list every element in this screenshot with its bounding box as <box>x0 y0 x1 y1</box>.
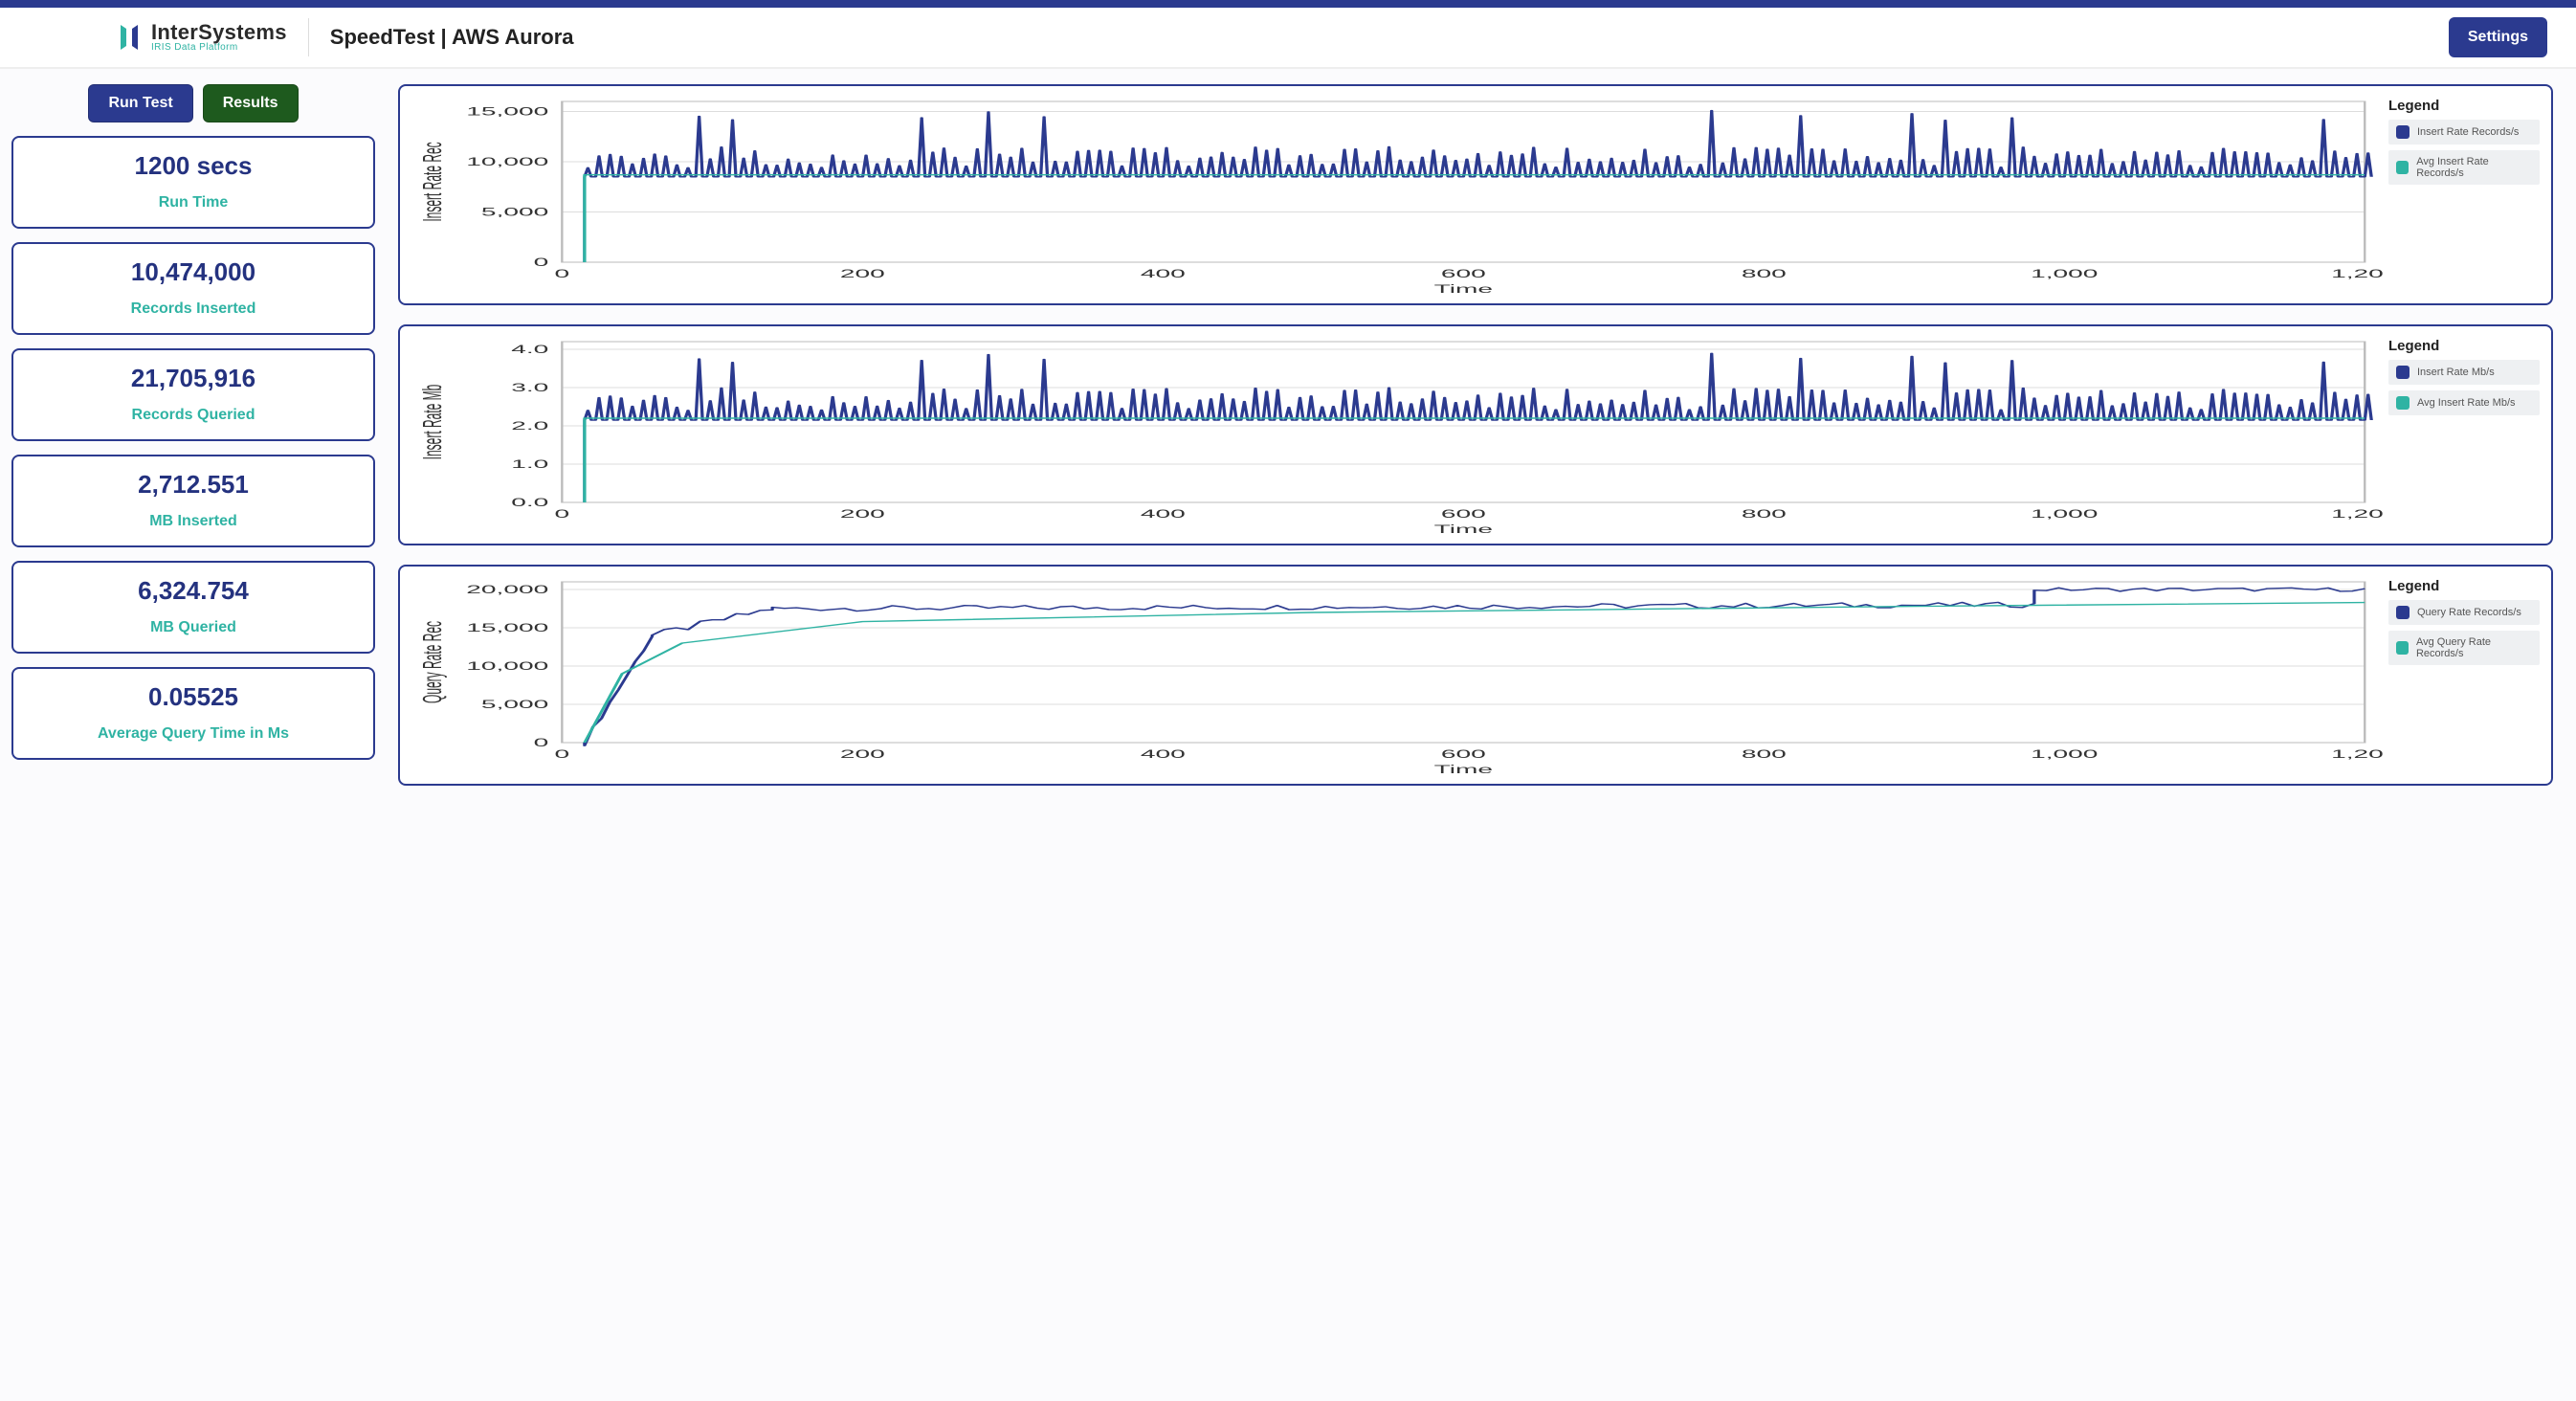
svg-text:0: 0 <box>534 256 549 269</box>
legend-item: Insert Rate Mb/s <box>2388 360 2540 385</box>
intersystems-logo-icon <box>115 21 144 54</box>
legend-swatch <box>2396 125 2409 139</box>
svg-text:1,000: 1,000 <box>2031 507 2098 521</box>
page-title: SpeedTest | AWS Aurora <box>330 25 574 50</box>
svg-text:800: 800 <box>1742 507 1787 521</box>
svg-text:Time: Time <box>1434 523 1493 535</box>
svg-text:Query Rate Rec: Query Rate Rec <box>416 621 448 703</box>
svg-text:Insert Rate Rec: Insert Rate Rec <box>416 142 448 221</box>
metric-label: Records Inserted <box>23 300 364 318</box>
metric-card: 21,705,916 Records Queried <box>11 348 375 441</box>
svg-text:200: 200 <box>840 507 885 521</box>
svg-text:1,000: 1,000 <box>2031 747 2098 761</box>
svg-text:400: 400 <box>1141 267 1186 280</box>
results-button[interactable]: Results <box>203 84 299 122</box>
svg-text:600: 600 <box>1441 507 1486 521</box>
svg-text:1,200: 1,200 <box>2331 267 2383 280</box>
metric-value: 21,705,916 <box>23 364 364 393</box>
svg-text:800: 800 <box>1742 747 1787 761</box>
svg-text:1,200: 1,200 <box>2331 747 2383 761</box>
metric-value: 2,712.551 <box>23 470 364 500</box>
metric-card: 10,474,000 Records Inserted <box>11 242 375 335</box>
svg-text:0.0: 0.0 <box>511 496 548 509</box>
metric-label: Records Queried <box>23 407 364 424</box>
svg-text:Insert Rate Mb: Insert Rate Mb <box>416 385 448 460</box>
metric-value: 10,474,000 <box>23 257 364 287</box>
metric-value: 0.05525 <box>23 682 364 712</box>
svg-text:200: 200 <box>840 267 885 280</box>
run-test-button[interactable]: Run Test <box>88 84 192 122</box>
metric-label: MB Queried <box>23 619 364 636</box>
svg-text:1,000: 1,000 <box>2031 267 2098 280</box>
legend-swatch <box>2396 641 2409 655</box>
svg-text:400: 400 <box>1141 747 1186 761</box>
brand-subtitle: IRIS Data Platform <box>151 43 287 53</box>
legend-title: Legend <box>2388 98 2540 114</box>
svg-text:Time: Time <box>1434 282 1493 295</box>
svg-text:1.0: 1.0 <box>511 457 548 471</box>
chart-insert-rate-mb: 0.0 1.0 2.0 3.0 4.0 0 200 400 600 800 1,000 1,200 Ti… <box>398 324 2553 545</box>
chart-query-rate-records: 0 5,000 10,000 15,000 20,000 0 200 400 600 800 1,0… <box>398 565 2553 786</box>
legend-label: Avg Query Rate Records/s <box>2416 636 2532 659</box>
legend-swatch <box>2396 606 2409 619</box>
svg-text:0: 0 <box>555 507 570 521</box>
brand-logo: InterSystems IRIS Data Platform <box>115 21 287 54</box>
svg-text:5,000: 5,000 <box>481 205 548 218</box>
svg-text:15,000: 15,000 <box>466 104 548 118</box>
svg-text:5,000: 5,000 <box>481 698 548 711</box>
charts-panel: 0 5,000 10,000 15,000 0 200 400 600 800 1,000 1,20… <box>398 84 2553 786</box>
svg-text:3.0: 3.0 <box>511 381 548 394</box>
left-panel: Run Test Results 1200 secs Run Time 10,474… <box>11 84 375 786</box>
metric-value: 6,324.754 <box>23 576 364 606</box>
metric-label: Run Time <box>23 194 364 211</box>
legend-swatch <box>2396 366 2409 379</box>
brand-name: InterSystems <box>151 22 287 43</box>
svg-text:0: 0 <box>555 267 570 280</box>
legend-item: Avg Insert Rate Records/s <box>2388 150 2540 185</box>
svg-text:2.0: 2.0 <box>511 419 548 433</box>
legend-label: Insert Rate Mb/s <box>2417 367 2495 378</box>
legend-item: Query Rate Records/s <box>2388 600 2540 625</box>
metric-value: 1200 secs <box>23 151 364 181</box>
svg-text:10,000: 10,000 <box>466 155 548 168</box>
legend-item: Insert Rate Records/s <box>2388 120 2540 145</box>
metric-card: 0.05525 Average Query Time in Ms <box>11 667 375 760</box>
svg-text:600: 600 <box>1441 267 1486 280</box>
svg-text:1,200: 1,200 <box>2331 507 2383 521</box>
svg-text:Time: Time <box>1434 763 1493 775</box>
chart-insert-rate-records: 0 5,000 10,000 15,000 0 200 400 600 800 1,000 1,20… <box>398 84 2553 305</box>
legend-label: Insert Rate Records/s <box>2417 126 2519 138</box>
top-accent-bar <box>0 0 2576 8</box>
settings-button[interactable]: Settings <box>2449 17 2547 57</box>
metric-label: Average Query Time in Ms <box>23 725 364 743</box>
svg-text:200: 200 <box>840 747 885 761</box>
legend-swatch <box>2396 161 2409 174</box>
legend-swatch <box>2396 396 2409 410</box>
svg-text:0: 0 <box>555 747 570 761</box>
svg-text:800: 800 <box>1742 267 1787 280</box>
svg-text:20,000: 20,000 <box>466 583 548 596</box>
legend-title: Legend <box>2388 338 2540 354</box>
svg-text:600: 600 <box>1441 747 1486 761</box>
header: InterSystems IRIS Data Platform SpeedTes… <box>0 8 2576 69</box>
legend-item: Avg Insert Rate Mb/s <box>2388 390 2540 415</box>
svg-text:10,000: 10,000 <box>466 659 548 673</box>
metric-card: 6,324.754 MB Queried <box>11 561 375 654</box>
legend-label: Query Rate Records/s <box>2417 607 2521 618</box>
metric-card: 1200 secs Run Time <box>11 136 375 229</box>
svg-text:4.0: 4.0 <box>511 343 548 356</box>
legend-label: Avg Insert Rate Mb/s <box>2417 397 2516 409</box>
legend-item: Avg Query Rate Records/s <box>2388 631 2540 665</box>
svg-text:400: 400 <box>1141 507 1186 521</box>
legend-title: Legend <box>2388 578 2540 594</box>
legend-label: Avg Insert Rate Records/s <box>2416 156 2532 179</box>
metric-card: 2,712.551 MB Inserted <box>11 455 375 547</box>
svg-text:15,000: 15,000 <box>466 621 548 634</box>
header-divider <box>308 18 309 56</box>
metric-label: MB Inserted <box>23 513 364 530</box>
svg-text:0: 0 <box>534 736 549 749</box>
